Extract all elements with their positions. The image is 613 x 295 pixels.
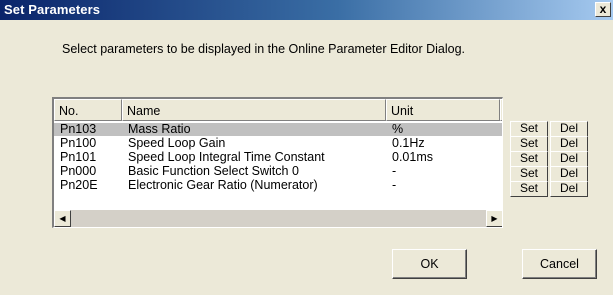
- ok-button[interactable]: OK: [392, 249, 467, 279]
- column-header-name[interactable]: Name: [122, 99, 386, 121]
- title-bar[interactable]: Set Parameters x: [0, 0, 613, 20]
- column-header-no[interactable]: No.: [54, 99, 122, 121]
- row-cell-unit: 0.1Hz: [392, 136, 425, 150]
- row-cell-unit: -: [392, 164, 397, 178]
- row-cell-no: Pn103: [60, 122, 97, 136]
- close-button[interactable]: x: [595, 2, 611, 17]
- row-cell-name: Speed Loop Gain: [128, 136, 226, 150]
- del-button-row-4[interactable]: Del: [550, 166, 588, 182]
- set-button-row-1[interactable]: Set: [510, 121, 548, 137]
- instructions-text: Select parameters to be displayed in the…: [62, 42, 465, 56]
- row-cell-name: Basic Function Select Switch 0: [128, 164, 299, 178]
- arrow-right-icon: ▶: [491, 214, 498, 223]
- scroll-left-button[interactable]: ◀: [54, 210, 71, 227]
- row-cell-name: Electronic Gear Ratio (Numerator): [128, 178, 318, 192]
- arrow-left-icon: ◀: [59, 214, 66, 223]
- del-button-row-3[interactable]: Del: [550, 151, 588, 167]
- table-header: No. Name Unit: [54, 99, 502, 121]
- close-icon: x: [599, 2, 607, 16]
- set-button-row-5[interactable]: Set: [510, 181, 548, 197]
- row-cell-name: Mass Ratio: [128, 122, 191, 136]
- column-header-unit[interactable]: Unit: [386, 99, 500, 121]
- row-cell-name: Speed Loop Integral Time Constant: [128, 150, 325, 164]
- dialog-title: Set Parameters: [4, 2, 101, 17]
- row-cell-no: Pn000: [60, 164, 97, 178]
- table-row[interactable]: Pn103 Mass Ratio %: [54, 122, 502, 136]
- parameter-table: No. Name Unit Pn103 Mass Ratio % Pn100 S…: [52, 97, 503, 228]
- table-row[interactable]: Pn100 Speed Loop Gain 0.1Hz: [54, 136, 502, 150]
- set-button-row-3[interactable]: Set: [510, 151, 548, 167]
- set-button-row-4[interactable]: Set: [510, 166, 548, 182]
- column-header-filler: [500, 99, 502, 121]
- scroll-right-button[interactable]: ▶: [486, 210, 502, 227]
- set-button-row-2[interactable]: Set: [510, 136, 548, 152]
- set-parameters-dialog: Set Parameters x Select parameters to be…: [0, 0, 613, 295]
- del-button-row-5[interactable]: Del: [550, 181, 588, 197]
- table-row[interactable]: Pn101 Speed Loop Integral Time Constant …: [54, 150, 502, 164]
- row-cell-no: Pn20E: [60, 178, 98, 192]
- del-button-row-1[interactable]: Del: [550, 121, 588, 137]
- table-row[interactable]: Pn000 Basic Function Select Switch 0 -: [54, 164, 502, 178]
- row-cell-unit: 0.01ms: [392, 150, 433, 164]
- table-row[interactable]: Pn20E Electronic Gear Ratio (Numerator) …: [54, 178, 502, 192]
- del-button-row-2[interactable]: Del: [550, 136, 588, 152]
- cancel-button[interactable]: Cancel: [522, 249, 597, 279]
- horizontal-scrollbar[interactable]: ◀ ▶: [54, 210, 502, 227]
- row-cell-no: Pn100: [60, 136, 97, 150]
- row-cell-unit: -: [392, 178, 397, 192]
- row-cell-no: Pn101: [60, 150, 97, 164]
- row-cell-unit: %: [392, 122, 404, 136]
